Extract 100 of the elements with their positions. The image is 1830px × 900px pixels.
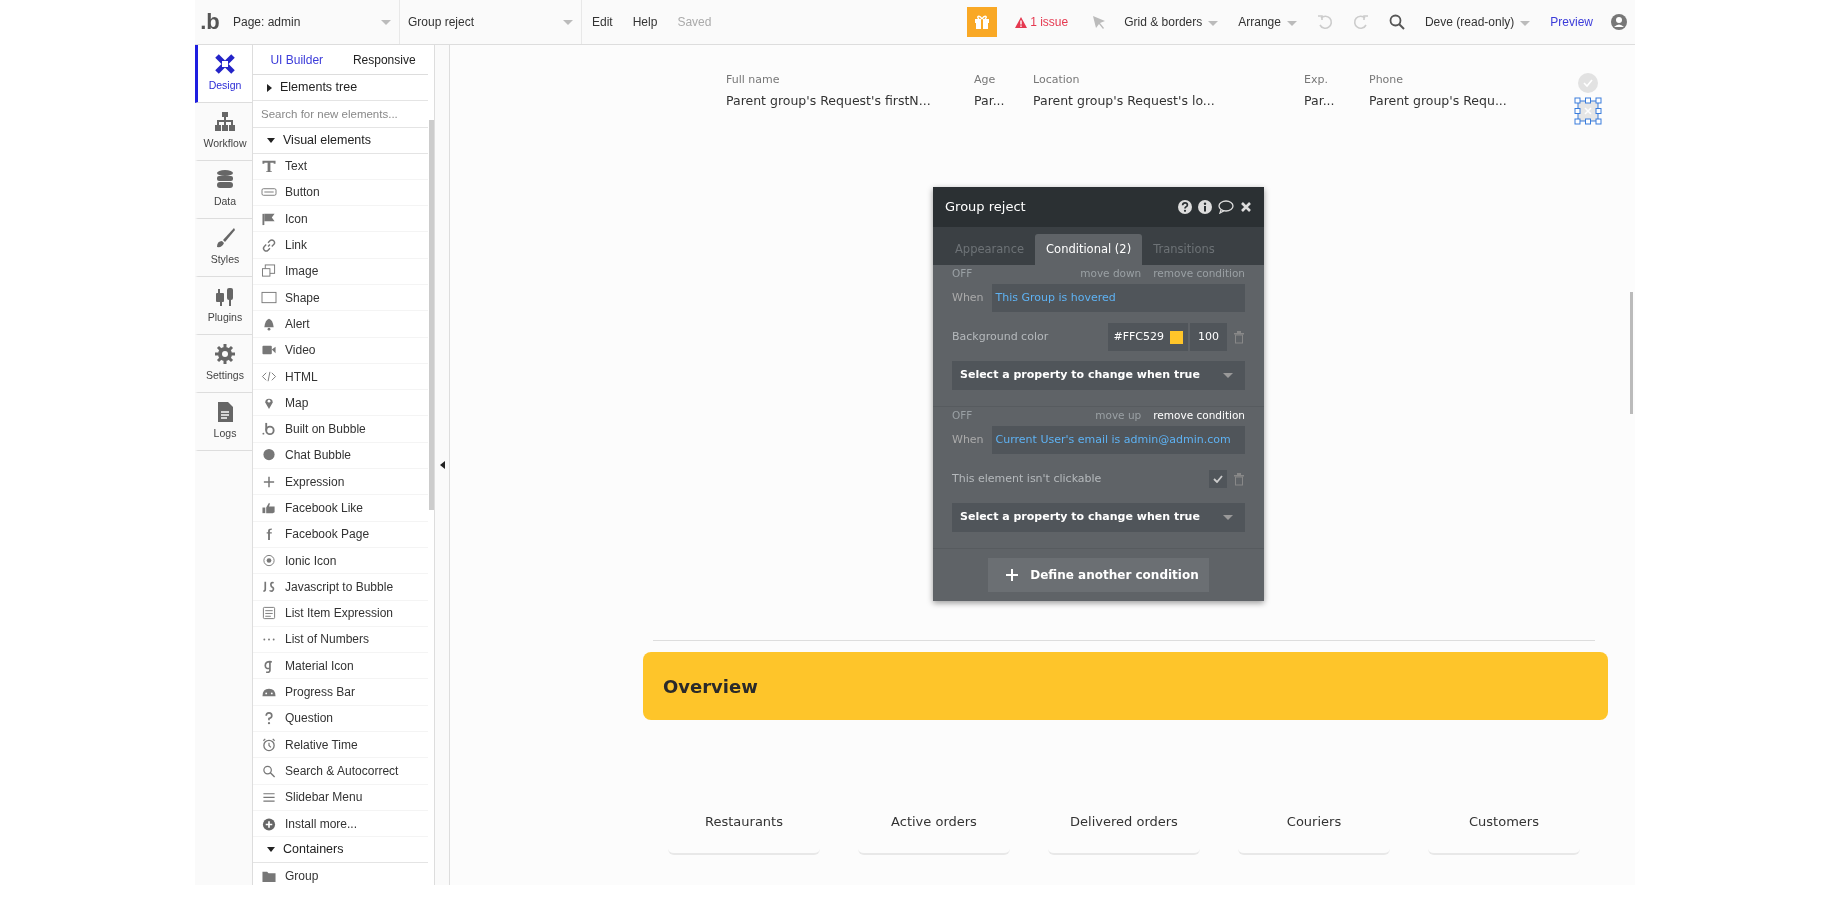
when-label: When [952,431,984,448]
column-label: Exp. [1304,72,1329,88]
close-icon[interactable] [1240,201,1252,213]
sidebar-tab[interactable]: Logs [195,393,252,451]
pointer-icon[interactable] [1092,15,1107,29]
stat-card: Restaurants [668,790,820,855]
property-dropdown[interactable]: Select a property to change when true [952,503,1245,532]
element-item[interactable]: Image [253,258,428,285]
stat-card: Active orders [858,790,1010,855]
avatar-icon[interactable] [1611,14,1627,30]
element-item[interactable]: Facebook Page [253,521,428,548]
menu-item[interactable]: Edit [582,13,623,31]
dialog-tab[interactable]: Conditional (2) [1035,234,1143,265]
property-label: This element isn't clickable [952,470,1102,487]
sidebar-tab[interactable]: Data [195,161,252,219]
element-item[interactable]: Video [253,337,428,364]
scrollbar[interactable] [429,120,434,510]
opacity-field[interactable]: 100 [1190,323,1227,351]
sidebar-tab[interactable]: Design [195,45,252,103]
redo-icon[interactable] [1352,14,1369,30]
element-item[interactable]: Map [253,390,428,417]
property-dropdown[interactable]: Select a property to change when true [952,361,1245,390]
element-item[interactable]: Shape [253,285,428,312]
stat-card: Customers [1428,790,1580,855]
element-item[interactable]: Install more... [253,810,428,838]
element-item[interactable]: Text [253,153,428,180]
user-dropdown[interactable]: Deve (read-only) [1414,13,1541,31]
element-item[interactable]: HTML [253,363,428,391]
chat-icon [261,448,277,463]
info-icon[interactable] [1198,200,1212,214]
scrollbar[interactable] [1630,292,1633,414]
trash-icon[interactable] [1233,472,1245,486]
add-condition-button[interactable]: Define another condition [988,558,1209,592]
undo-icon[interactable] [1316,14,1333,30]
radio-icon [261,553,277,568]
element-item[interactable]: Link [253,232,428,259]
help-icon[interactable] [1178,200,1192,214]
property-label: Background color [952,328,1049,345]
column-label: Age [974,72,997,88]
element-item[interactable]: Built on Bubble [253,416,428,443]
link-icon [261,238,277,253]
element-item[interactable]: Search & Autocorrect [253,758,428,785]
page-dropdown[interactable]: Page: admin [225,0,400,44]
element-item[interactable]: List of Numbers [253,626,428,654]
element-item[interactable]: Expression [253,469,428,496]
panel-tab[interactable]: Responsive [340,45,428,74]
element-item[interactable]: Alert [253,311,428,338]
element-dropdown[interactable]: Group reject [400,0,582,44]
selected-element-icon[interactable] [1574,97,1602,125]
arrange-dropdown[interactable]: Arrange [1228,13,1307,31]
sidebar-tab[interactable]: Plugins [195,277,252,335]
tree-header[interactable]: Elements tree [253,75,428,101]
issues-link[interactable]: 1 issue [1004,13,1079,31]
element-item[interactable]: Relative Time [253,732,428,759]
warning-icon [1014,17,1027,29]
image-icon [261,264,277,279]
clock-icon [261,737,277,752]
sidebar-tab[interactable]: Settings [195,335,252,393]
element-item[interactable]: Progress Bar [253,679,428,706]
element-item[interactable]: Material Icon [253,653,428,680]
text-icon [261,159,277,174]
list-icon [261,606,277,621]
element-item[interactable]: Icon [253,206,428,233]
element-item[interactable]: Facebook Like [253,495,428,522]
thumbs-up-icon [261,501,277,515]
tab-icon [214,285,236,308]
panel-tab[interactable]: UI Builder [253,45,341,74]
element-item[interactable]: Group [253,863,428,885]
element-item[interactable]: List Item Expression [253,600,428,627]
logo[interactable]: .b [195,11,225,33]
menu-item[interactable]: Help [622,13,668,31]
element-item[interactable]: Button [253,179,428,207]
sidebar-tab[interactable]: Workflow [195,103,252,161]
column-value: Par... [1304,92,1336,110]
trash-icon[interactable] [1233,330,1245,344]
comment-icon[interactable] [1218,200,1234,214]
when-label: When [952,289,984,306]
element-item[interactable]: Question [253,705,428,733]
checkbox[interactable] [1209,470,1227,488]
section-header[interactable]: Containers [253,837,428,864]
code-icon [261,369,277,384]
element-item[interactable]: Chat Bubble [253,442,428,470]
flag-icon [261,211,277,226]
color-field[interactable]: #FFC529 [1108,323,1188,351]
element-item[interactable]: Slidebar Menu [253,784,428,811]
grid-dropdown[interactable]: Grid & borders [1114,13,1229,31]
preview-link[interactable]: Preview [1540,13,1603,31]
plus-circle-icon [261,816,277,831]
search-icon[interactable] [1388,14,1405,30]
gift-button[interactable] [966,7,997,37]
element-item[interactable]: Ionic Icon [253,547,428,575]
gift-icon [973,14,990,30]
tab-icon [214,227,236,250]
check-icon [1213,475,1223,483]
element-item[interactable]: Javascript to Bubble [253,574,428,601]
sidebar-tab[interactable]: Styles [195,219,252,277]
section-header[interactable]: Visual elements [253,127,428,154]
search-icon [261,763,277,778]
remove-link[interactable]: remove condition [1153,408,1245,424]
condition-state: OFF [952,266,973,282]
